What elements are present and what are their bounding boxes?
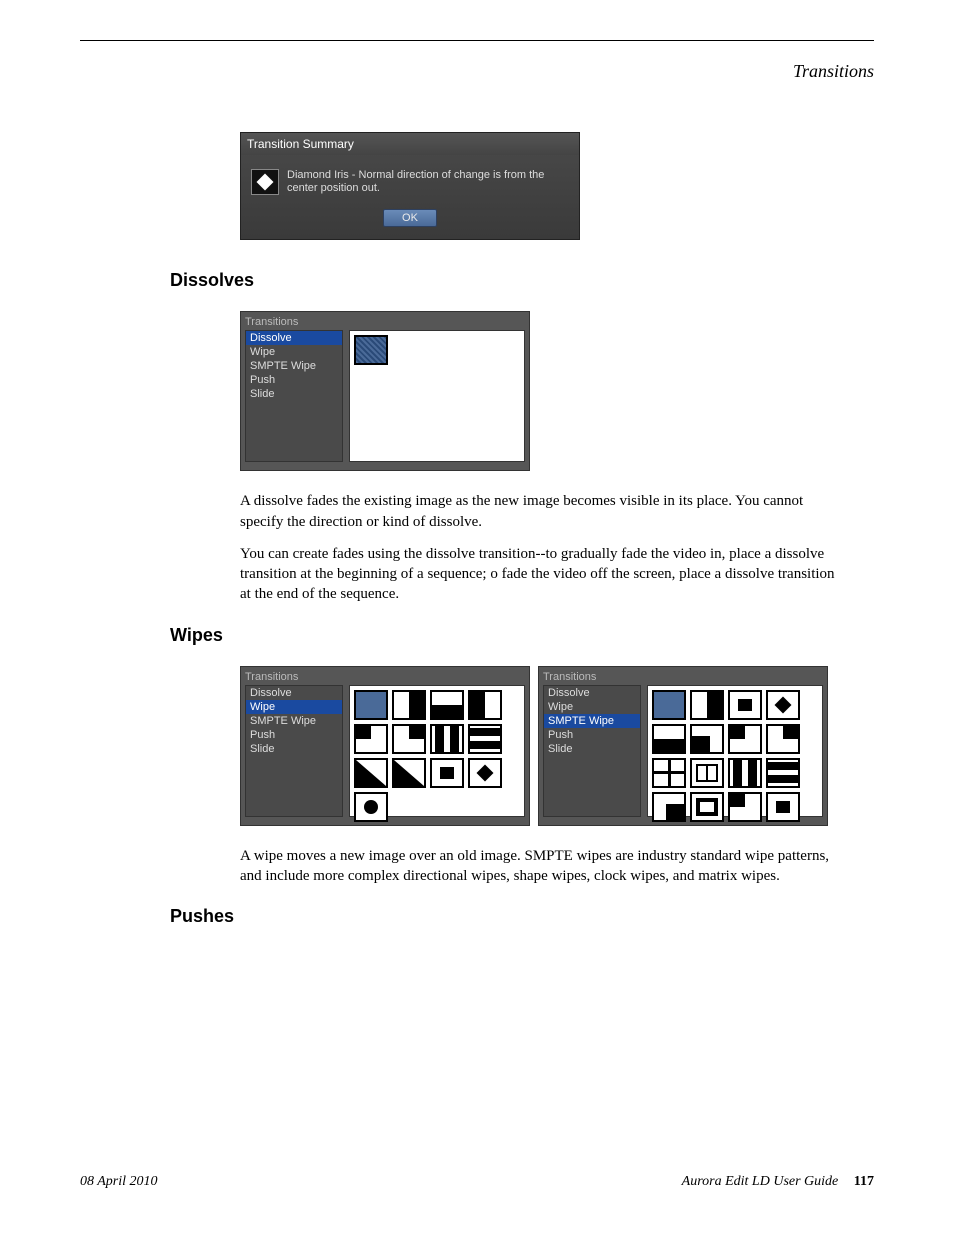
smpte-thumb-icon[interactable] [652,792,686,822]
heading-dissolves: Dissolves [170,270,874,291]
smpte-thumb-icon[interactable] [766,758,800,788]
list-item[interactable]: Wipe [544,700,640,714]
wipes-para1: A wipe moves a new image over an old ima… [240,846,840,887]
list-item[interactable]: Push [246,373,342,387]
dissolve-para2: You can create fades using the dissolve … [240,544,840,605]
wipe-thumb-icon[interactable] [354,792,388,822]
wipe-thumb-icon[interactable] [392,724,426,754]
smpte-thumb-icon[interactable] [766,690,800,720]
list-item[interactable]: Push [544,728,640,742]
list-item[interactable]: SMPTE Wipe [246,714,342,728]
smpte-thumb-icon[interactable] [652,724,686,754]
list-item[interactable]: Dissolve [544,686,640,700]
smpte-thumb-icon[interactable] [766,792,800,822]
list-item[interactable]: Slide [246,387,342,401]
wipe-thumb-icon[interactable] [354,724,388,754]
wipe-thumb-icon[interactable] [392,758,426,788]
list-item[interactable]: Wipe [246,345,342,359]
wipe-thumb-icon[interactable] [354,690,388,720]
footer-date: 08 April 2010 [80,1174,158,1190]
dialog-title: Transition Summary [241,133,579,155]
dialog-description: Diamond Iris - Normal direction of chang… [287,169,569,195]
wipe-thumb-icon[interactable] [354,758,388,788]
smpte-thumb-icon[interactable] [690,690,724,720]
transitions-list[interactable]: Dissolve Wipe SMPTE Wipe Push Slide [245,685,343,817]
list-item[interactable]: Wipe [246,700,342,714]
list-item[interactable]: Slide [246,742,342,756]
footer-page-number: 117 [854,1174,874,1189]
smpte-thumb-icon[interactable] [728,724,762,754]
smpte-thumb-icon[interactable] [766,724,800,754]
footer-guide: Aurora Edit LD User Guide [682,1174,839,1189]
transitions-label: Transitions [245,671,343,683]
wipe-thumb-icon[interactable] [468,690,502,720]
transition-summary-dialog: Transition Summary Diamond Iris - Normal… [240,132,580,240]
preview-area [647,685,823,817]
ok-button[interactable]: OK [383,209,437,227]
smpte-thumb-icon[interactable] [652,690,686,720]
page-footer: 08 April 2010 Aurora Edit LD User Guide … [80,1174,874,1190]
preview-area [349,330,525,462]
list-item[interactable]: Push [246,728,342,742]
wipe-thumb-icon[interactable] [430,724,464,754]
page-header-title: Transitions [80,61,874,82]
wipe-thumb-icon[interactable] [468,758,502,788]
transitions-label: Transitions [543,671,641,683]
heading-wipes: Wipes [170,625,874,646]
heading-pushes: Pushes [170,906,874,927]
wipe-thumb-icon[interactable] [430,758,464,788]
transitions-list[interactable]: Dissolve Wipe SMPTE Wipe Push Slide [543,685,641,817]
dissolve-thumb-icon[interactable] [354,335,388,365]
transitions-label: Transitions [245,316,343,328]
list-item[interactable]: SMPTE Wipe [544,714,640,728]
wipe-thumb-icon[interactable] [392,690,426,720]
list-item[interactable]: SMPTE Wipe [246,359,342,373]
wipe-thumb-icon[interactable] [430,690,464,720]
smpte-thumb-icon[interactable] [728,758,762,788]
smpte-thumb-icon[interactable] [690,758,724,788]
smpte-thumb-icon[interactable] [690,724,724,754]
dissolve-para1: A dissolve fades the existing image as t… [240,491,840,532]
smpte-thumb-icon[interactable] [728,690,762,720]
wipe-thumb-icon[interactable] [468,724,502,754]
preview-area [349,685,525,817]
smpte-thumb-icon[interactable] [652,758,686,788]
list-item[interactable]: Slide [544,742,640,756]
list-item[interactable]: Dissolve [246,686,342,700]
smpte-thumb-icon[interactable] [728,792,762,822]
transitions-list[interactable]: Dissolve Wipe SMPTE Wipe Push Slide [245,330,343,462]
dissolve-panel: Transitions Dissolve Wipe SMPTE Wipe Pus… [240,311,530,471]
diamond-iris-icon [251,169,279,195]
wipe-panel: Transitions Dissolve Wipe SMPTE Wipe Pus… [240,666,530,826]
smpte-wipe-panel: Transitions Dissolve Wipe SMPTE Wipe Pus… [538,666,828,826]
list-item[interactable]: Dissolve [246,331,342,345]
smpte-thumb-icon[interactable] [690,792,724,822]
